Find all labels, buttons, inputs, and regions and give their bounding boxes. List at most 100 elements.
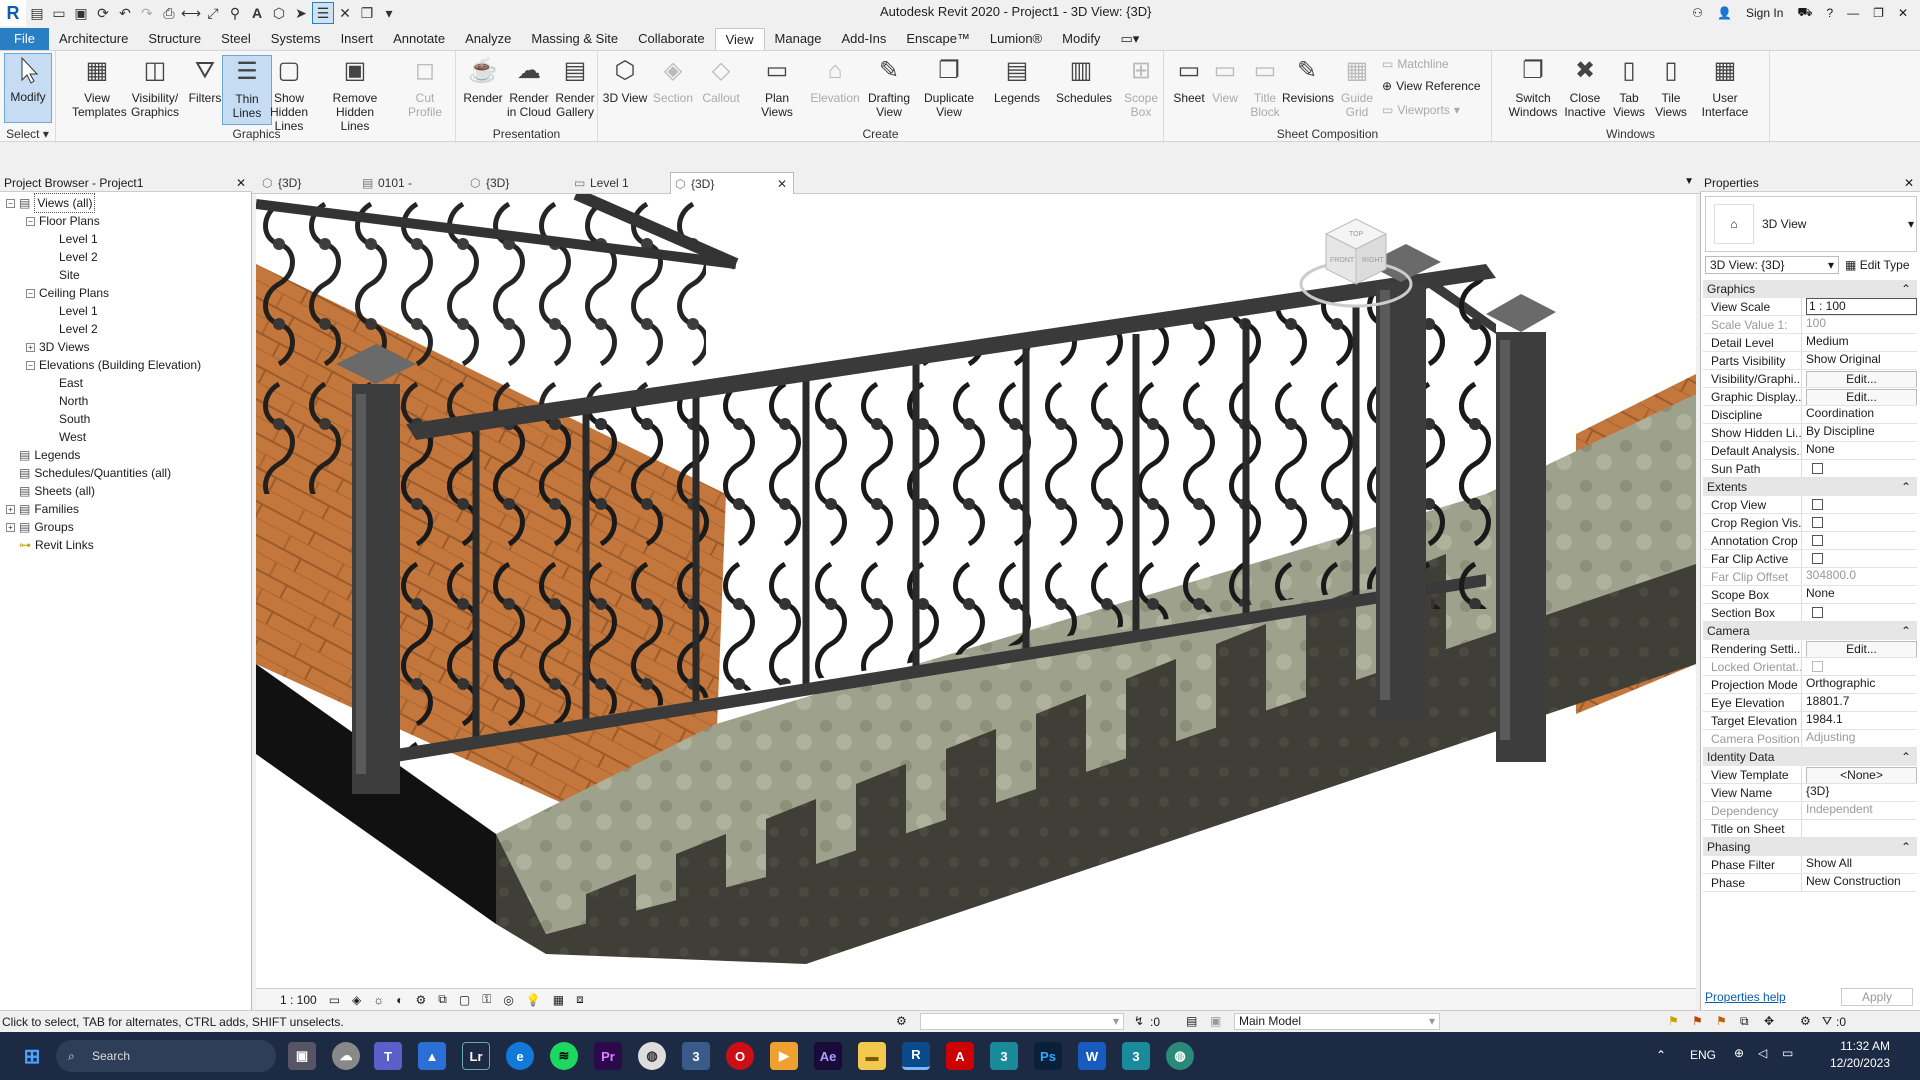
tab-systems[interactable]: Systems	[261, 28, 331, 50]
collapse-icon[interactable]: ⌃	[1901, 280, 1911, 298]
design-options-icon[interactable]: ▤	[1186, 1014, 1197, 1028]
cart-icon[interactable]: ⛟	[1797, 5, 1812, 21]
prop-value[interactable]: Edit...	[1801, 640, 1917, 657]
instance-selector[interactable]: 3D View: {3D} ▾	[1705, 256, 1839, 274]
detail-level-icon[interactable]: ▭	[329, 993, 340, 1007]
prop-value-text[interactable]: Orthographic	[1806, 676, 1917, 691]
callout-button[interactable]: ◇ Callout	[696, 55, 746, 106]
tab-enscape[interactable]: Enscape™	[896, 28, 980, 50]
prop-value[interactable]: Orthographic	[1801, 676, 1917, 693]
select-by-face-icon[interactable]: ⧉	[1740, 1014, 1749, 1029]
render-gallery-button[interactable]: ▤ Render Gallery	[550, 55, 600, 120]
close-view-tab-icon[interactable]: ✕	[777, 173, 787, 195]
workset-dropdown[interactable]: ▾	[920, 1013, 1124, 1030]
network-icon[interactable]: ⊕	[1734, 1046, 1744, 1060]
cut-profile-button[interactable]: ◻ Cut Profile	[400, 55, 450, 120]
worksets-icon[interactable]: ⚙	[896, 1014, 907, 1028]
checkbox[interactable]	[1812, 499, 1823, 510]
tree-expander-icon[interactable]: +	[26, 342, 35, 352]
apply-button[interactable]: Apply	[1841, 988, 1913, 1006]
tab-collaborate[interactable]: Collaborate	[628, 28, 715, 50]
viewcube-front-label[interactable]: FRONT	[1330, 257, 1355, 264]
prop-value[interactable]: Medium	[1801, 334, 1917, 351]
browser-item-schedules-quantities-all[interactable]: ▤ Schedules/Quantities (all)	[6, 464, 171, 482]
volume-icon[interactable]: ◁	[1758, 1046, 1767, 1060]
view-tab-3d[interactable]: ⬡ {3D}	[258, 172, 354, 194]
tree-expander-icon[interactable]: −	[26, 216, 35, 226]
tab-add-ins[interactable]: Add-Ins	[832, 28, 897, 50]
view-tab-3d[interactable]: ⬡ {3D}	[466, 172, 562, 194]
word-icon[interactable]: W	[1078, 1042, 1106, 1070]
tabs-menu-icon[interactable]: ▼	[1684, 176, 1694, 187]
3ds-max-2-icon[interactable]: 3	[990, 1042, 1018, 1070]
revit-taskbar-icon[interactable]: R	[902, 1042, 930, 1070]
visual-style-icon[interactable]: ◈	[352, 993, 361, 1007]
tray-chevron-icon[interactable]: ⌃	[1656, 1048, 1666, 1062]
checkbox[interactable]	[1812, 607, 1823, 618]
crop-view-icon[interactable]: ⧉	[438, 992, 447, 1007]
visibility-graphics-button[interactable]: ◫ Visibility/ Graphics	[130, 55, 180, 120]
prop-value[interactable]	[1801, 514, 1917, 531]
language-indicator[interactable]: ENG	[1690, 1048, 1716, 1062]
tag-icon[interactable]: ⚲	[224, 2, 246, 24]
prop-value[interactable]	[1801, 532, 1917, 549]
matchline-button[interactable]: ▭ Matchline	[1382, 57, 1449, 71]
tab-view[interactable]: View	[714, 28, 765, 50]
temp-hide-icon[interactable]: ◎	[503, 993, 513, 1007]
view-tab-0101-cover[interactable]: ▤0101 - COVER	[358, 172, 454, 212]
browser-item-level-2[interactable]: Level 2	[46, 320, 98, 338]
lightroom-classic-icon[interactable]: Lr	[462, 1042, 490, 1070]
taskbar-search[interactable]: ⌕ Search	[56, 1040, 276, 1072]
restore-button[interactable]: ❐	[1873, 6, 1884, 20]
close-window-button[interactable]: ✕	[1898, 6, 1908, 20]
prop-value-text[interactable]: Show All	[1806, 856, 1917, 871]
browser-item-west[interactable]: West	[46, 428, 86, 446]
prop-value[interactable]: Show All	[1801, 856, 1917, 873]
edit-button[interactable]: Edit...	[1806, 389, 1917, 405]
prop-value[interactable]: 1984.1	[1801, 712, 1917, 729]
select-pinned-icon[interactable]: ⚑	[1716, 1014, 1727, 1028]
section-button[interactable]: ◈ Section	[648, 55, 698, 106]
minimize-button[interactable]: —	[1847, 6, 1859, 20]
premiere-icon[interactable]: Pr	[594, 1042, 622, 1070]
video-app-icon[interactable]: ▶	[770, 1042, 798, 1070]
photos-icon[interactable]: ▲	[418, 1042, 446, 1070]
prop-value[interactable]: None	[1801, 442, 1917, 459]
prop-value[interactable]: 1 : 100	[1801, 298, 1917, 315]
tree-expander-icon[interactable]: −	[26, 360, 35, 370]
tab-file[interactable]: File	[0, 28, 49, 50]
filter-icon[interactable]: ⛛	[1822, 1014, 1832, 1029]
collapse-icon[interactable]: ⌃	[1901, 748, 1911, 766]
prop-value[interactable]	[1801, 460, 1917, 477]
prop-value[interactable]	[1801, 496, 1917, 513]
contextual-tab-dropdown[interactable]: ▭▾	[1110, 28, 1149, 50]
prop-category-identity-data[interactable]: Identity Data ⌃	[1703, 748, 1917, 766]
tab-structure[interactable]: Structure	[138, 28, 211, 50]
save-icon[interactable]: ▣	[70, 2, 92, 24]
prop-value[interactable]: Edit...	[1801, 388, 1917, 405]
sync-icon[interactable]: ⟳	[92, 2, 114, 24]
prop-value[interactable]: Coordination	[1801, 406, 1917, 423]
3d-view-button[interactable]: ⬡ 3D View	[600, 55, 650, 106]
help-icon[interactable]: ?	[1826, 6, 1833, 20]
tile-views-button[interactable]: ▯ Tile Views	[1646, 55, 1696, 120]
checkbox[interactable]	[1812, 553, 1823, 564]
properties-help-link[interactable]: Properties help	[1705, 990, 1786, 1004]
prop-value[interactable]: By Discipline	[1801, 424, 1917, 441]
redo-icon[interactable]: ↷	[136, 2, 158, 24]
prop-value-text[interactable]: 1 : 100	[1806, 298, 1917, 315]
prop-value[interactable]: Show Original	[1801, 352, 1917, 369]
tree-expander-icon[interactable]: −	[6, 198, 15, 208]
prop-value-text[interactable]: None	[1806, 586, 1917, 601]
prop-category-phasing[interactable]: Phasing ⌃	[1703, 838, 1917, 856]
prop-value[interactable]	[1801, 820, 1917, 837]
prop-value-text[interactable]: {3D}	[1806, 784, 1917, 799]
legends-button[interactable]: ▤ Legends	[992, 55, 1042, 106]
close-properties-icon[interactable]: ✕	[1904, 174, 1914, 192]
close-inactive-button[interactable]: ✖ Close Inactive	[1560, 55, 1610, 120]
customize-qat-icon[interactable]: ▾	[378, 2, 400, 24]
battery-icon[interactable]: ▭	[1782, 1046, 1793, 1060]
prop-category-graphics[interactable]: Graphics ⌃	[1703, 280, 1917, 298]
open-icon[interactable]: ▤	[26, 2, 48, 24]
collapse-icon[interactable]: ⌃	[1901, 622, 1911, 640]
